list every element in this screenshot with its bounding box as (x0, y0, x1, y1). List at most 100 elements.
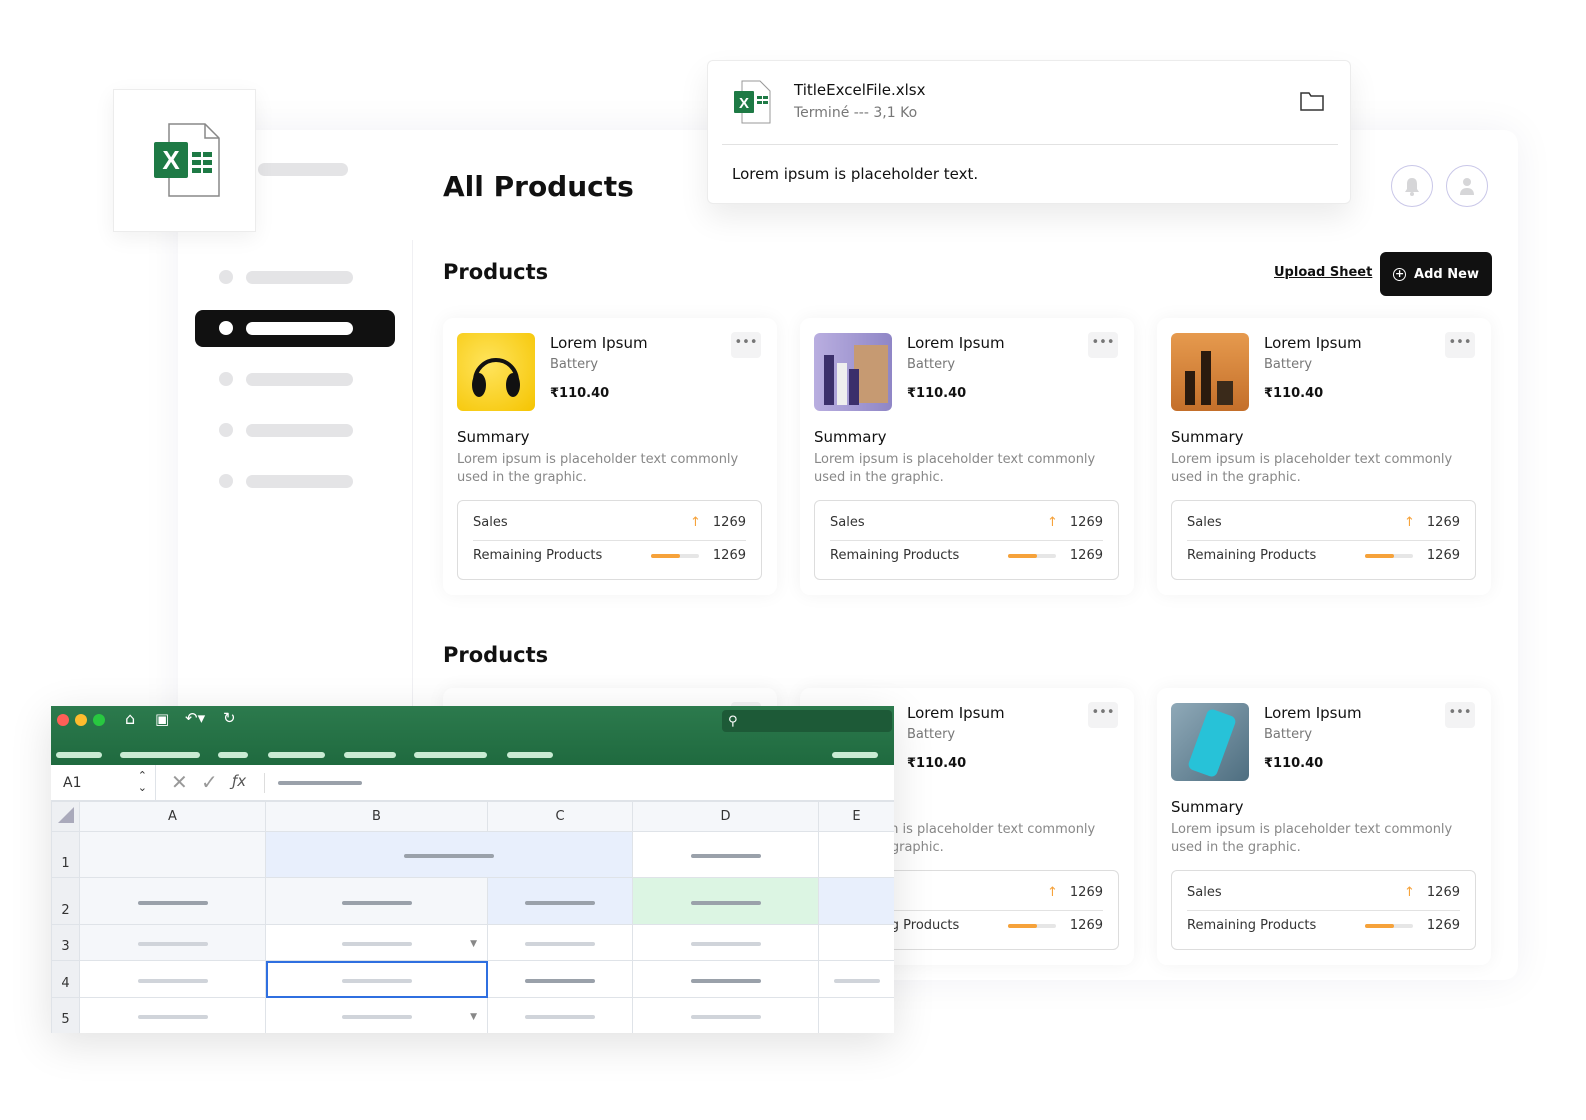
ribbon-tab[interactable] (507, 752, 553, 758)
cell[interactable] (632, 877, 819, 925)
cell[interactable]: ▼ (265, 924, 488, 961)
cell[interactable] (79, 831, 266, 878)
svg-text:X: X (162, 145, 180, 175)
sidebar-item-icon[interactable] (219, 474, 233, 488)
sidebar-item-5[interactable] (246, 475, 353, 488)
cell-content-placeholder (525, 1015, 595, 1019)
column-header[interactable]: B (265, 801, 488, 832)
sidebar-item-icon[interactable] (219, 321, 233, 335)
sidebar-item-icon[interactable] (219, 270, 233, 284)
cell[interactable] (632, 831, 819, 878)
upload-sheet-link[interactable]: Upload Sheet (1274, 265, 1372, 280)
column-header[interactable]: A (79, 801, 266, 832)
cell[interactable] (487, 924, 633, 961)
product-card[interactable]: Lorem Ipsum Battery ₹110.40 ••• Summary … (1157, 318, 1491, 595)
maximize-window-button[interactable] (93, 714, 105, 726)
sidebar-item-1[interactable] (246, 271, 353, 284)
product-price: ₹110.40 (907, 756, 967, 771)
select-all-corner[interactable] (51, 801, 80, 832)
remaining-label: Remaining Products (1187, 548, 1317, 563)
more-options-button[interactable]: ••• (1088, 702, 1118, 728)
sidebar-item-icon[interactable] (219, 372, 233, 386)
dropdown-icon[interactable]: ▼ (470, 939, 477, 949)
dropdown-icon[interactable]: ▼ (470, 1012, 477, 1022)
cell[interactable] (265, 831, 633, 878)
cell[interactable] (818, 960, 894, 998)
cell[interactable] (79, 924, 266, 961)
excel-file-icon: X (734, 80, 771, 124)
save-icon[interactable]: ▣ (155, 710, 169, 728)
row-header[interactable]: 5 (51, 997, 80, 1033)
bell-icon (1405, 178, 1419, 196)
product-card[interactable]: Lorem Ipsum Battery ₹110.40 ••• Summary … (800, 318, 1134, 595)
ribbon-tab[interactable] (268, 752, 325, 758)
section-title: Products (443, 643, 549, 667)
column-header[interactable]: C (487, 801, 633, 832)
cell[interactable] (818, 831, 894, 878)
cell[interactable] (487, 877, 633, 925)
sidebar-item-2[interactable] (246, 322, 353, 335)
home-icon[interactable]: ⌂ (125, 709, 135, 728)
remaining-progress (650, 553, 699, 558)
function-icon[interactable]: ƒx (232, 772, 246, 790)
ribbon-tab[interactable] (120, 752, 200, 758)
ribbon-tab[interactable] (414, 752, 487, 758)
name-box[interactable]: A1 ⌃ ⌄ (51, 765, 156, 801)
column-header[interactable]: E (818, 801, 894, 832)
ribbon-tab[interactable] (344, 752, 396, 758)
cell[interactable] (79, 877, 266, 925)
ribbon-tab[interactable] (218, 752, 248, 758)
stepper-icon[interactable]: ⌃ ⌄ (138, 770, 147, 794)
sales-value: 1269 (1069, 885, 1103, 900)
spreadsheet-grid: A B C D E 1 2 3 ▼ 4 5 ▼ (51, 801, 894, 1033)
folder-icon[interactable] (1300, 91, 1324, 111)
cell[interactable] (487, 997, 633, 1033)
row-header[interactable]: 1 (51, 831, 80, 878)
product-card[interactable]: Lorem Ipsum Battery ₹110.40 ••• Summary … (443, 318, 777, 595)
confirm-icon[interactable]: ✓ (201, 770, 218, 794)
close-window-button[interactable] (57, 714, 69, 726)
more-options-button[interactable]: ••• (1088, 332, 1118, 358)
stats-box: Sales ↑ 1269 Remaining Products 1269 (1171, 870, 1476, 950)
row-header[interactable]: 3 (51, 924, 80, 961)
cancel-icon[interactable]: ✕ (171, 770, 188, 794)
sidebar-item-icon[interactable] (219, 423, 233, 437)
cell[interactable]: ▼ (265, 997, 488, 1033)
sidebar-item-3[interactable] (246, 373, 353, 386)
ribbon-tab[interactable] (832, 752, 878, 758)
product-card[interactable]: Lorem Ipsum Battery ₹110.40 ••• Summary … (1157, 688, 1491, 965)
cell[interactable] (818, 877, 894, 925)
row-header[interactable]: 2 (51, 877, 80, 925)
product-image (457, 333, 535, 411)
notification-button[interactable] (1391, 165, 1433, 207)
product-category: Battery (1264, 357, 1313, 372)
formula-input[interactable] (278, 781, 362, 785)
search-input[interactable]: ⚲ (722, 710, 892, 732)
product-price: ₹110.40 (1264, 386, 1324, 401)
profile-button[interactable] (1446, 165, 1488, 207)
sidebar-item-4[interactable] (246, 424, 353, 437)
undo-icon[interactable]: ↶▾ (185, 709, 205, 727)
cell[interactable] (632, 924, 819, 961)
cell[interactable] (79, 997, 266, 1033)
sales-label: Sales (473, 515, 508, 530)
cell-content-placeholder (690, 900, 761, 905)
minimize-window-button[interactable] (75, 714, 87, 726)
more-options-button[interactable]: ••• (731, 332, 761, 358)
cell[interactable] (265, 960, 488, 998)
row-header[interactable]: 4 (51, 960, 80, 998)
redo-icon[interactable]: ↻ (223, 709, 236, 727)
cell[interactable] (632, 997, 819, 1033)
ribbon-tab[interactable] (56, 752, 102, 758)
cell[interactable] (818, 997, 894, 1033)
cell[interactable] (487, 960, 633, 998)
add-new-button[interactable]: + Add New (1380, 252, 1492, 296)
cell[interactable] (632, 960, 819, 998)
more-options-button[interactable]: ••• (1445, 702, 1475, 728)
cell-content-placeholder (341, 1015, 412, 1019)
more-options-button[interactable]: ••• (1445, 332, 1475, 358)
column-header[interactable]: D (632, 801, 819, 832)
cell[interactable] (265, 877, 488, 925)
cell[interactable] (79, 960, 266, 998)
cell[interactable] (818, 924, 894, 961)
